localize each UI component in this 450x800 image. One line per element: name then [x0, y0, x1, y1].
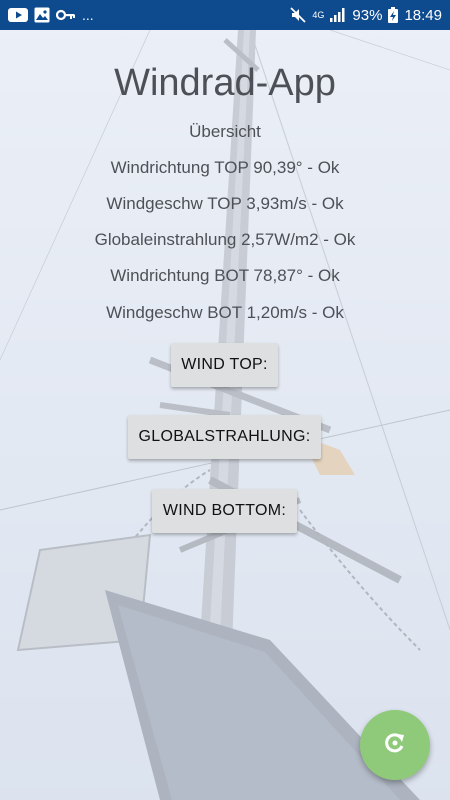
overview-heading: Übersicht — [189, 122, 261, 141]
main-content: Windrad-App Übersicht Windrichtung TOP 9… — [0, 30, 450, 800]
app-title: Windrad-App — [114, 62, 336, 104]
reading-global-radiation: Globaleinstrahlung 2,57W/m2 - Ok — [94, 230, 356, 249]
mute-icon — [290, 7, 307, 23]
reading-wind-direction-bot: Windrichtung BOT 78,87° - Ok — [110, 266, 340, 285]
clock: 18:49 — [404, 6, 442, 24]
image-icon — [34, 7, 50, 23]
wind-top-button[interactable]: WIND TOP: — [171, 343, 278, 387]
reading-wind-speed-bot: Windgeschw BOT 1,20m/s - Ok — [106, 303, 344, 322]
globalstrahlung-button[interactable]: GLOBALSTRAHLUNG: — [128, 415, 321, 459]
wind-bottom-button[interactable]: WIND BOTTOM: — [152, 489, 297, 533]
battery-percent: 93% — [352, 6, 383, 24]
reading-wind-speed-top: Windgeschw TOP 3,93m/s - Ok — [106, 194, 344, 213]
key-icon — [56, 9, 76, 21]
refresh-icon — [382, 730, 408, 761]
signal-icon — [330, 8, 346, 22]
youtube-icon — [8, 8, 28, 22]
status-bar-right: 4G 93% 18:49 — [290, 7, 442, 24]
reading-wind-direction-top: Windrichtung TOP 90,39° - Ok — [110, 158, 340, 177]
battery-charging-icon — [388, 7, 399, 23]
refresh-button[interactable] — [360, 710, 430, 780]
status-bar: ... 4G 93% 18:49 — [0, 0, 450, 30]
status-more: ... — [82, 7, 94, 23]
network-type: 4G — [312, 9, 325, 20]
status-bar-left: ... — [8, 7, 94, 23]
